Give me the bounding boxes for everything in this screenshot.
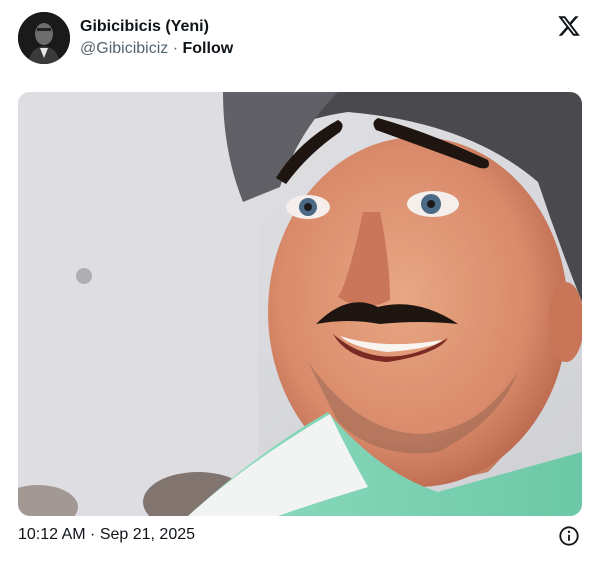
follow-button[interactable]: Follow	[183, 40, 234, 57]
author-handle[interactable]: @Gibicibiciz	[80, 40, 168, 57]
author-handle-line: @Gibicibiciz · Follow	[80, 40, 233, 58]
author-display-name[interactable]: Gibicibicis (Yeni)	[80, 18, 209, 36]
embedded-post-card: Gibicibicis (Yeni) @Gibicibiciz · Follow	[0, 0, 600, 566]
post-timestamp[interactable]: 10:12 AM · Sep 21, 2025	[18, 526, 195, 544]
x-logo-icon[interactable]	[556, 14, 582, 38]
handle-separator: ·	[172, 40, 179, 57]
info-icon[interactable]	[558, 525, 580, 547]
avatar-image	[18, 12, 70, 64]
author-avatar[interactable]	[18, 12, 70, 64]
photo-illustration	[18, 92, 582, 516]
post-photo[interactable]	[18, 92, 582, 516]
